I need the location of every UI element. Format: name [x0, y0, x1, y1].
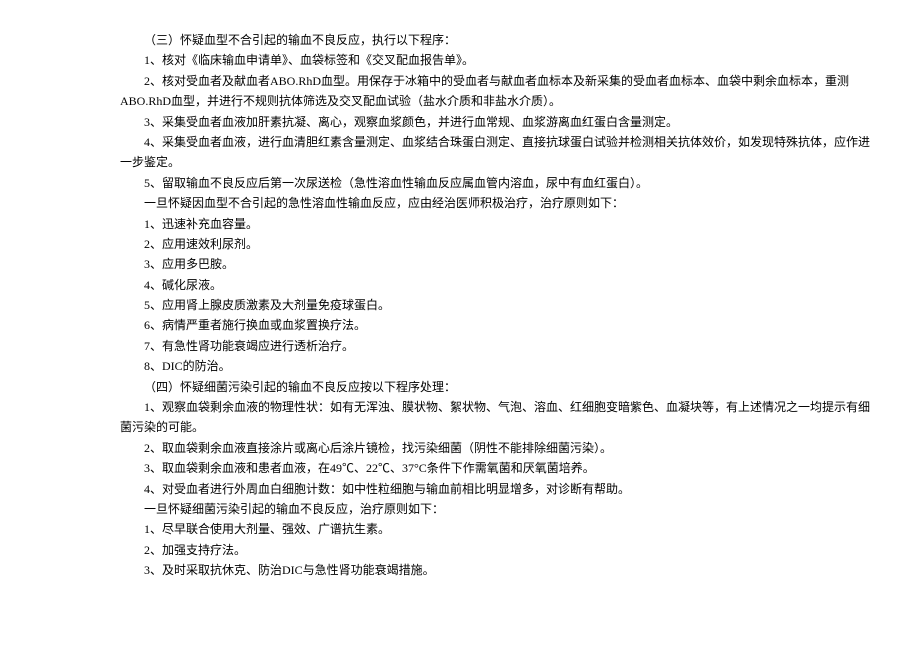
- section3-item: 3、采集受血者血液加肝素抗凝、离心，观察血浆颜色，并进行血常规、血浆游离血红蛋白…: [120, 112, 880, 132]
- section4-item: 3、取血袋剩余血液和患者血液，在49℃、22℃、37°C条件下作需氧菌和厌氧菌培…: [120, 458, 880, 478]
- section3-subitem: 3、应用多巴胺。: [120, 254, 880, 274]
- section4-subitem: 2、加强支持疗法。: [120, 540, 880, 560]
- section4-item: 4、对受血者进行外周血白细胞计数：如中性粒细胞与输血前相比明显增多，对诊断有帮助…: [120, 479, 880, 499]
- document-content: （三）怀疑血型不合引起的输血不良反应，执行以下程序： 1、核对《临床输血申请单》…: [120, 30, 880, 581]
- section4-subitem: 3、及时采取抗休克、防治DIC与急性肾功能衰竭措施。: [120, 560, 880, 580]
- section3-item: 4、采集受血者血液，进行血清胆红素含量测定、血浆结合珠蛋白测定、直接抗球蛋白试验…: [120, 132, 880, 173]
- section3-title: （三）怀疑血型不合引起的输血不良反应，执行以下程序：: [120, 30, 880, 50]
- section4-subitem: 1、尽早联合使用大剂量、强效、广谱抗生素。: [120, 519, 880, 539]
- section3-subitem: 5、应用肾上腺皮质激素及大剂量免疫球蛋白。: [120, 295, 880, 315]
- section3-subitem: 1、迅速补充血容量。: [120, 214, 880, 234]
- section3-subitem: 8、DIC的防治。: [120, 356, 880, 376]
- section4-item: 1、观察血袋剩余血液的物理性状：如有无浑浊、膜状物、絮状物、气泡、溶血、红细胞变…: [120, 397, 880, 438]
- section4-title: （四）怀疑细菌污染引起的输血不良反应按以下程序处理：: [120, 377, 880, 397]
- section3-item: 2、核对受血者及献血者ABO.RhD血型。用保存于冰箱中的受血者与献血者血标本及…: [120, 71, 880, 112]
- section3-subtitle: 一旦怀疑因血型不合引起的急性溶血性输血反应，应由经治医师积极治疗，治疗原则如下：: [120, 193, 880, 213]
- section3-subitem: 7、有急性肾功能衰竭应进行透析治疗。: [120, 336, 880, 356]
- section4-subtitle: 一旦怀疑细菌污染引起的输血不良反应，治疗原则如下：: [120, 499, 880, 519]
- section3-subitem: 4、碱化尿液。: [120, 275, 880, 295]
- section4-item: 2、取血袋剩余血液直接涂片或离心后涂片镜检，找污染细菌（阴性不能排除细菌污染）。: [120, 438, 880, 458]
- section3-item: 5、留取输血不良反应后第一次尿送检（急性溶血性输血反应属血管内溶血，尿中有血红蛋…: [120, 173, 880, 193]
- section3-subitem: 2、应用速效利尿剂。: [120, 234, 880, 254]
- section3-item: 1、核对《临床输血申请单》、血袋标签和《交叉配血报告单》。: [120, 50, 880, 70]
- section3-subitem: 6、病情严重者施行换血或血浆置换疗法。: [120, 315, 880, 335]
